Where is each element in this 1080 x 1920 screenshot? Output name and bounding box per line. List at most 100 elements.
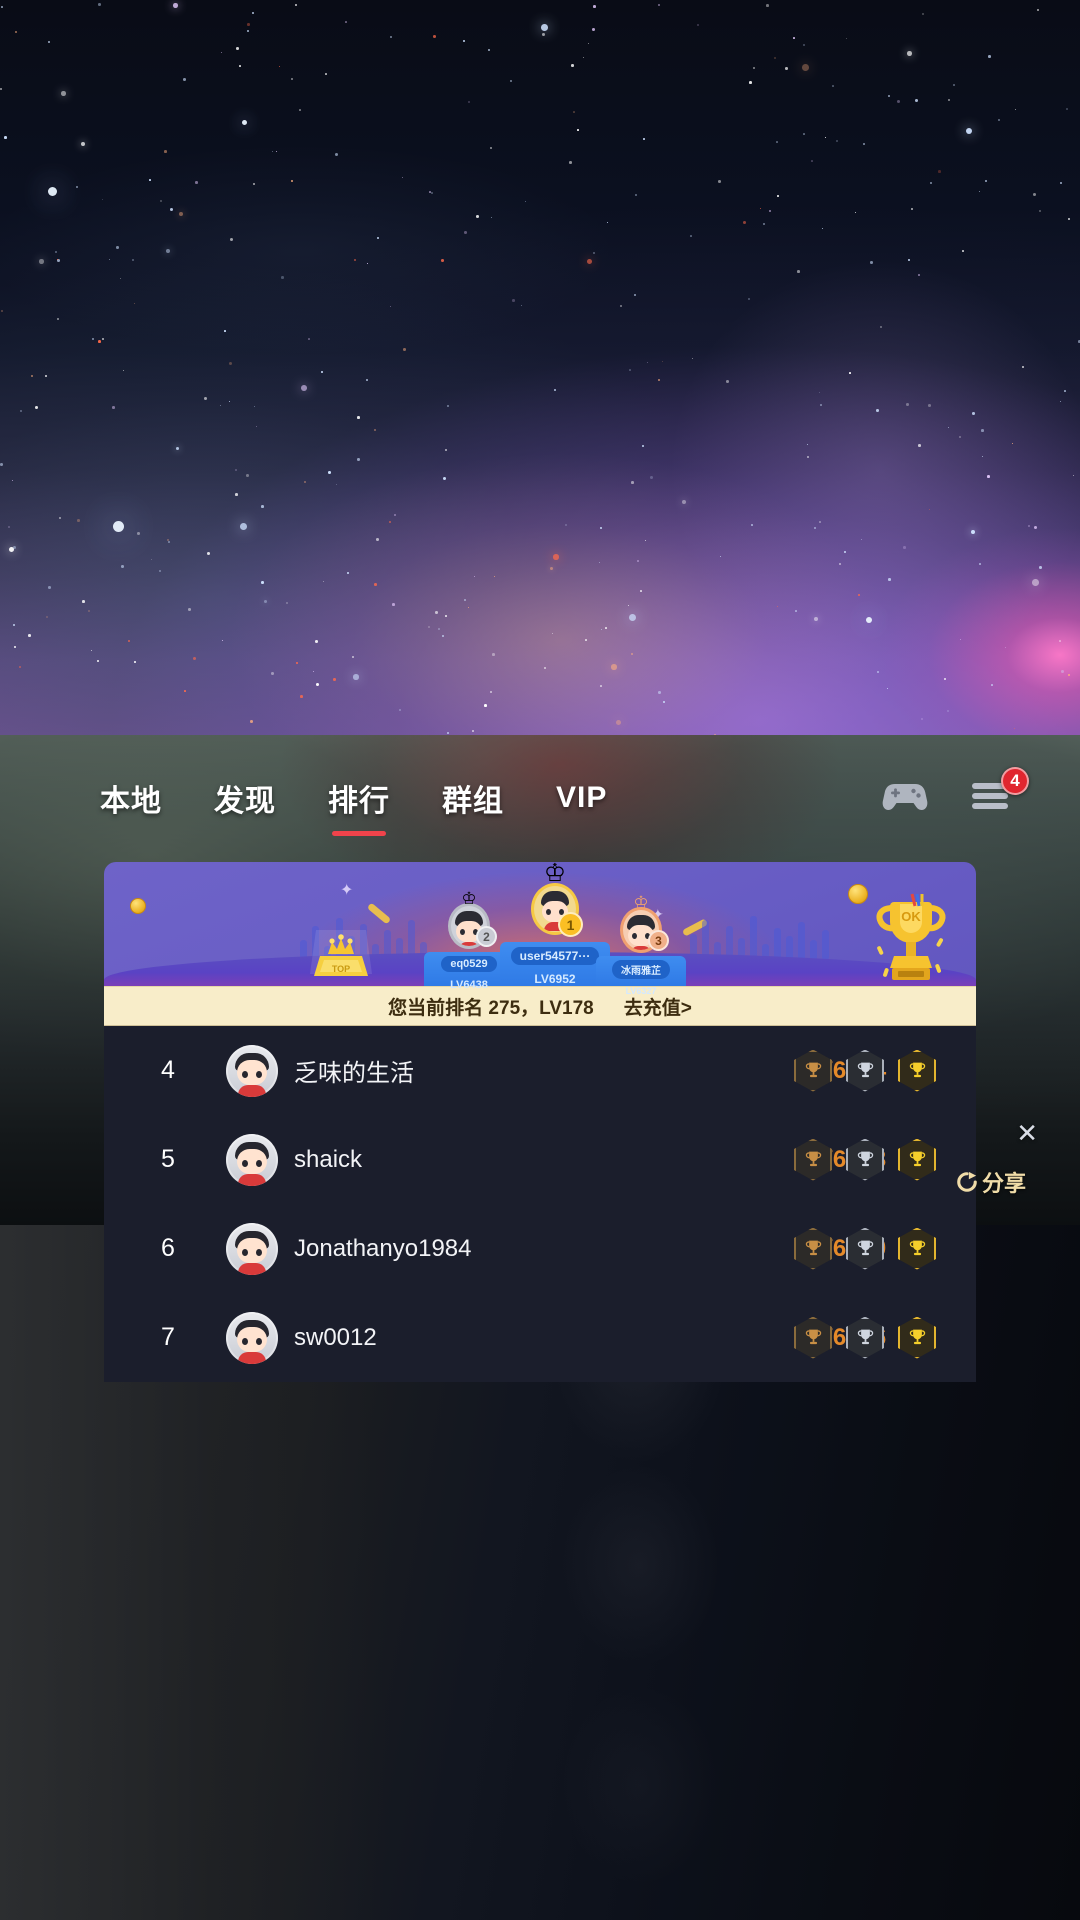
- podium-second-name: eq0529: [441, 956, 497, 972]
- trophy-icon-gold: [909, 1240, 925, 1256]
- crown-icon-second: ♔: [461, 889, 477, 908]
- trophy-icon-gold: [909, 1329, 925, 1345]
- nav-tabs: 本地 发现 排行 群组 VIP: [74, 776, 633, 836]
- podium-second-avatar: ♔ 2: [446, 890, 497, 949]
- gold-bar-decoration: TOP: [302, 922, 380, 982]
- leaderboard-row[interactable]: 4 乏味的生活 LV6194: [104, 1026, 976, 1115]
- badge-bronze[interactable]: [794, 1138, 832, 1181]
- badge-silver[interactable]: [846, 1049, 884, 1092]
- gamepad-button[interactable]: [882, 778, 928, 818]
- row-username: sw0012: [294, 1323, 377, 1351]
- badge-gold[interactable]: [898, 1138, 936, 1181]
- self-rank-text: 您当前排名 275，LV178: [388, 997, 594, 1019]
- podium-third-avatar: ♔ 3: [618, 894, 669, 953]
- row-rank: 6: [161, 1234, 175, 1262]
- rank-medal-second: 2: [476, 926, 497, 947]
- badge-bronze[interactable]: [794, 1049, 832, 1092]
- trophy-icon-silver: [857, 1062, 873, 1078]
- close-icon[interactable]: ✕: [956, 1120, 1056, 1146]
- top-navigation-bar: 本地 发现 排行 群组 VIP 4: [0, 760, 1080, 836]
- podium-third-base: 冰雨雅芷 LV6327: [596, 956, 686, 996]
- row-avatar[interactable]: [226, 1133, 278, 1186]
- row-badges: [794, 1138, 936, 1181]
- gamepad-icon: [882, 784, 928, 810]
- trophy-icon-bronze: [805, 1329, 821, 1345]
- row-badges: [794, 1049, 936, 1092]
- share-label: 分享: [982, 1171, 1027, 1196]
- podium-banner[interactable]: ✦ ✦ TOP OK ♔ 2 eq0529 LV6438 ♔ 1 user545…: [104, 862, 976, 996]
- trophy-icon-bronze: [805, 1240, 821, 1256]
- crown-icon-first: ♔: [543, 862, 567, 887]
- share-button[interactable]: 分享: [956, 1166, 1056, 1198]
- tab-groups-label: 群组: [442, 785, 504, 818]
- badge-silver[interactable]: [846, 1227, 884, 1270]
- menu-button[interactable]: 4: [970, 767, 1029, 818]
- row-badges: [794, 1316, 936, 1359]
- badge-gold[interactable]: [898, 1316, 936, 1359]
- podium-first-avatar: ♔ 1: [531, 862, 583, 939]
- sparkle-decoration-1: ✦: [340, 882, 354, 899]
- leaderboard-rows: 4 乏味的生活 LV6194 5 shaick LV6183 6 Jonathanyo1984…: [104, 1026, 976, 1382]
- nav-right-actions: 4: [882, 767, 1029, 818]
- tab-vip[interactable]: VIP: [530, 781, 633, 815]
- trophy-icon-gold: [909, 1151, 925, 1167]
- coin-decoration-left: [130, 898, 146, 914]
- row-rank: 5: [161, 1145, 175, 1173]
- badge-silver[interactable]: [846, 1138, 884, 1181]
- tab-discover[interactable]: 发现: [188, 776, 302, 820]
- row-username: Jonathanyo1984: [294, 1234, 472, 1262]
- podium-first-base: user54577··· LV6952: [500, 942, 610, 986]
- tab-vip-label: VIP: [556, 781, 608, 814]
- trophy-icon-bronze: [805, 1151, 821, 1167]
- row-avatar[interactable]: [226, 1222, 278, 1275]
- badge-gold[interactable]: [898, 1049, 936, 1092]
- svg-text:OK: OK: [901, 909, 921, 924]
- nebula-veil: [0, 0, 1080, 735]
- podium-first-name: user54577···: [510, 947, 600, 965]
- app-root: 本地 发现 排行 群组 VIP 4 ✦ ✦ TOP OK ♔ 2 eq0529 …: [0, 0, 1080, 1920]
- share-icon: [957, 1171, 977, 1192]
- badge-bronze[interactable]: [794, 1227, 832, 1270]
- tab-local-label: 本地: [100, 785, 162, 818]
- row-badges: [794, 1227, 936, 1270]
- trophy-icon-silver: [857, 1151, 873, 1167]
- podium-third-place[interactable]: ♔ 3 冰雨雅芷 LV6327: [596, 894, 686, 996]
- tab-local[interactable]: 本地: [74, 776, 188, 820]
- row-username: 乏味的生活: [294, 1060, 414, 1087]
- crown-icon-third: ♔: [633, 893, 649, 912]
- rank-medal-first: 1: [558, 912, 583, 937]
- podium-first-level: LV6952: [534, 972, 576, 986]
- badge-silver[interactable]: [846, 1316, 884, 1359]
- row-avatar[interactable]: [226, 1044, 278, 1097]
- leaderboard-row[interactable]: 6 Jonathanyo1984 LV6140: [104, 1204, 976, 1293]
- leaderboard-card: ✦ ✦ TOP OK ♔ 2 eq0529 LV6438 ♔ 1 user545…: [104, 862, 976, 1382]
- share-overlay: ✕ 分享: [956, 1120, 1056, 1198]
- recharge-link[interactable]: 去充值>: [624, 993, 692, 1020]
- self-rank-notice[interactable]: 您当前排名 275，LV178 去充值>: [104, 986, 976, 1026]
- badge-gold[interactable]: [898, 1227, 936, 1270]
- rank-medal-third: 3: [648, 930, 669, 951]
- row-rank: 4: [161, 1056, 175, 1084]
- trophy-icon-bronze: [805, 1062, 821, 1078]
- podium-third-level: LV6327: [625, 986, 657, 996]
- svg-text:TOP: TOP: [332, 964, 350, 974]
- row-rank: 7: [161, 1323, 175, 1351]
- badge-bronze[interactable]: [794, 1316, 832, 1359]
- space-background-hero: [0, 0, 1080, 737]
- tab-ranking-label: 排行: [328, 785, 390, 818]
- active-tab-underline: [332, 831, 386, 836]
- row-username: shaick: [294, 1145, 363, 1173]
- tab-groups[interactable]: 群组: [416, 776, 530, 820]
- row-avatar[interactable]: [226, 1311, 278, 1364]
- tab-discover-label: 发现: [214, 785, 276, 818]
- trophy-icon-silver: [857, 1240, 873, 1256]
- trophy-icon-silver: [857, 1329, 873, 1345]
- leaderboard-row[interactable]: 5 shaick LV6183: [104, 1115, 976, 1204]
- podium-third-name: 冰雨雅芷: [612, 960, 670, 979]
- trophy-decoration: OK: [864, 884, 956, 984]
- podium-first-place[interactable]: ♔ 1 user54577··· LV6952: [500, 862, 610, 986]
- trophy-icon-gold: [909, 1062, 925, 1078]
- menu-notification-badge: 4: [1001, 767, 1029, 795]
- leaderboard-row[interactable]: 7 sw0012 LV6136: [104, 1293, 976, 1382]
- tab-ranking[interactable]: 排行: [302, 776, 416, 836]
